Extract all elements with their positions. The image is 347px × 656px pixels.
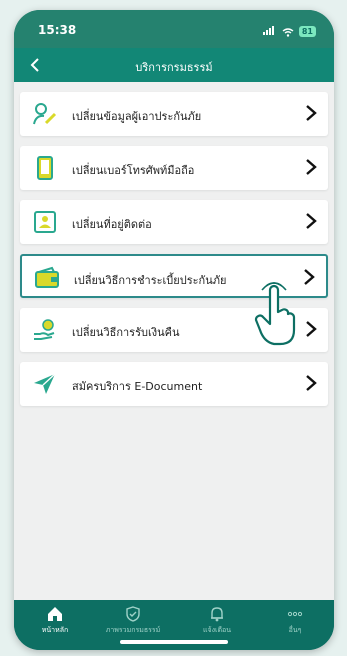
tab-label: หน้าหลัก bbox=[41, 626, 69, 634]
status-icons: 81 bbox=[262, 22, 316, 41]
tab-more[interactable]: อื่นๆ bbox=[260, 606, 330, 636]
menu-item-label: เปลี่ยนเบอร์โทรศัพท์มือถือ bbox=[72, 164, 195, 177]
pointing-hand-icon bbox=[254, 282, 296, 346]
chevron-right-icon bbox=[304, 269, 315, 285]
tab-home[interactable]: หน้าหลัก bbox=[20, 606, 90, 636]
signal-icon bbox=[262, 25, 277, 38]
tab-policy-overview[interactable]: ภาพรวมกรมธรรม์ bbox=[98, 606, 168, 636]
chevron-right-icon bbox=[306, 375, 317, 391]
chevron-right-icon bbox=[306, 105, 317, 121]
tab-label: ภาพรวมกรมธรรม์ bbox=[105, 626, 161, 634]
battery-indicator: 81 bbox=[298, 26, 316, 37]
menu-item-change-mobile[interactable]: เปลี่ยนเบอร์โทรศัพท์มือถือ bbox=[20, 146, 328, 190]
money-hand-icon bbox=[34, 319, 55, 340]
home-icon bbox=[48, 607, 62, 621]
status-time: 15:38 bbox=[38, 23, 77, 37]
chevron-right-icon bbox=[306, 321, 317, 337]
menu-item-label: เปลี่ยนข้อมูลผู้เอาประกันภัย bbox=[72, 110, 202, 123]
chevron-right-icon bbox=[306, 159, 317, 175]
menu-item-change-insured-info[interactable]: เปลี่ยนข้อมูลผู้เอาประกันภัย bbox=[20, 92, 328, 136]
mobile-phone-icon bbox=[37, 156, 53, 180]
phone-screen: 15:38 81 บริการกรมธรรม์ เปลี่ยนข้อมูลผู้… bbox=[14, 10, 334, 650]
address-card-icon bbox=[34, 211, 56, 233]
bell-icon bbox=[211, 607, 223, 622]
wallet-icon bbox=[35, 266, 59, 288]
menu-item-label: เปลี่ยนที่อยู่ติดต่อ bbox=[72, 218, 152, 231]
wifi-icon bbox=[282, 22, 294, 41]
person-edit-icon bbox=[33, 103, 57, 125]
menu-item-e-document[interactable]: สมัครบริการ E-Document bbox=[20, 362, 328, 406]
chevron-right-icon bbox=[306, 213, 317, 229]
menu-item-change-address[interactable]: เปลี่ยนที่อยู่ติดต่อ bbox=[20, 200, 328, 244]
status-bar: 15:38 81 bbox=[14, 10, 334, 48]
menu-item-label: เปลี่ยนวิธีการชำระเบี้ยประกันภัย bbox=[74, 274, 227, 287]
more-icon bbox=[287, 611, 303, 617]
nav-bar: บริการกรมธรรม์ bbox=[14, 48, 334, 82]
tab-label: แจ้งเตือน bbox=[203, 626, 231, 634]
home-indicator bbox=[120, 640, 228, 644]
tab-notifications[interactable]: แจ้งเตือน bbox=[182, 606, 252, 636]
paper-plane-icon bbox=[34, 373, 56, 394]
menu-item-label: สมัครบริการ E-Document bbox=[72, 380, 203, 393]
tab-label: อื่นๆ bbox=[288, 626, 302, 634]
menu-item-label: เปลี่ยนวิธีการรับเงินคืน bbox=[72, 326, 180, 339]
page-title: บริการกรมธรรม์ bbox=[135, 61, 213, 74]
shield-icon bbox=[126, 606, 140, 622]
